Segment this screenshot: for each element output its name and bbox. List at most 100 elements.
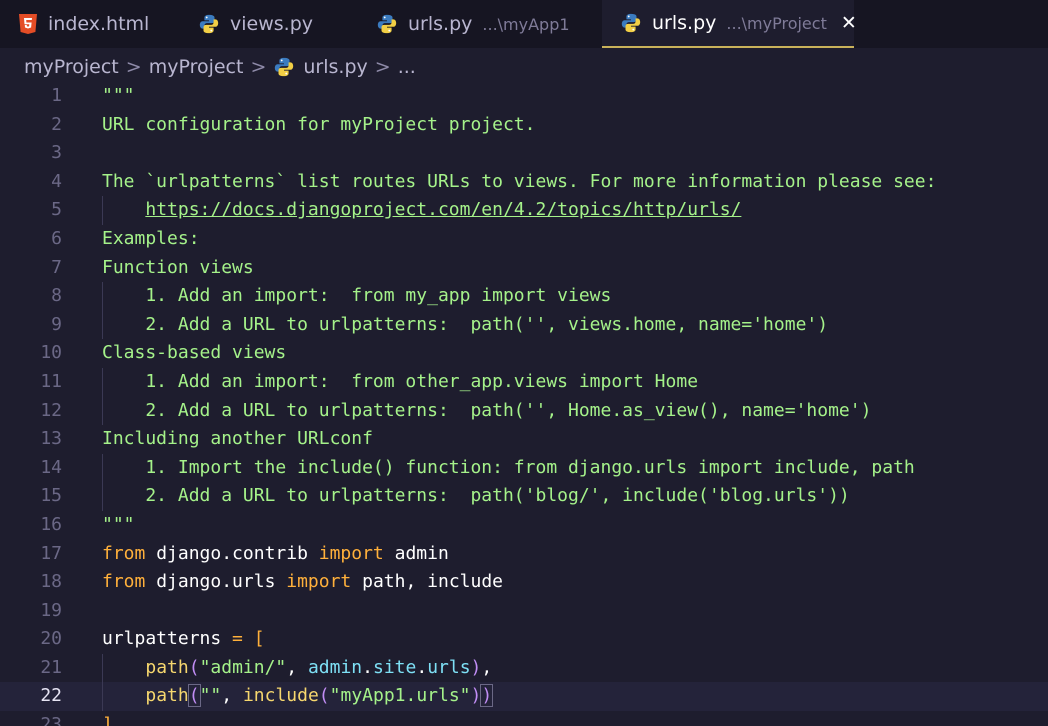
breadcrumb-item[interactable]: urls.py xyxy=(303,56,367,78)
code-text: Examples: xyxy=(102,225,200,254)
code-token: , xyxy=(221,685,243,707)
code-token: "" xyxy=(199,685,222,707)
tab-bar: index.html views.py urls.py ...\myApp1 urls.… xyxy=(0,0,1048,48)
code-line[interactable]: 15 2. Add a URL to urlpatterns: path('bl… xyxy=(0,482,1048,511)
code-line[interactable]: 1 """ xyxy=(0,82,1048,111)
line-number: 23 xyxy=(40,714,62,726)
tab-label: urls.py xyxy=(652,12,717,34)
code-text: 1. Import the include() function: from d… xyxy=(102,454,915,483)
code-token: Including another URLconf xyxy=(102,428,373,450)
code-token: from xyxy=(102,542,146,564)
line-number: 4 xyxy=(51,170,62,192)
code-line[interactable]: 5 https://docs.djangoproject.com/en/4.2/… xyxy=(0,196,1048,225)
breadcrumb-separator: > xyxy=(125,55,142,78)
code-token: django.contrib xyxy=(145,542,319,564)
code-line[interactable]: 9 2. Add a URL to urlpatterns: path('', … xyxy=(0,310,1048,340)
code-token: admin xyxy=(307,656,363,678)
line-number: 2 xyxy=(51,113,62,135)
python-icon xyxy=(620,12,642,34)
code-token: 1. Import the include() function: from d… xyxy=(102,456,915,478)
code-line[interactable]: 18 from django.urls import path, include xyxy=(0,568,1048,597)
code-line[interactable]: 4 The `urlpatterns` list routes URLs to v… xyxy=(0,168,1048,197)
python-icon xyxy=(376,13,398,35)
code-line[interactable]: 2 URL configuration for myProject project… xyxy=(0,111,1048,140)
close-icon[interactable]: ✕ xyxy=(841,12,857,34)
code-token: ) xyxy=(470,656,482,678)
line-number: 21 xyxy=(40,656,62,678)
code-token: import xyxy=(286,571,352,593)
code-line[interactable]: 6 Examples: xyxy=(0,225,1048,254)
python-icon xyxy=(273,56,295,78)
code-line[interactable]: 13 Including another URLconf xyxy=(0,425,1048,454)
line-number: 8 xyxy=(51,285,62,307)
line-number: 9 xyxy=(51,313,62,335)
code-line[interactable]: 16 """ xyxy=(0,511,1048,540)
code-line[interactable]: 10 Class-based views xyxy=(0,339,1048,368)
code-token[interactable]: https://docs.djangoproject.com/en/4.2/to… xyxy=(145,199,741,220)
python-icon xyxy=(198,13,220,35)
breadcrumb-item[interactable]: ... xyxy=(398,56,416,78)
code-token: 1. Add an import: from other_app.views i… xyxy=(102,370,699,392)
tab-urls-py-2[interactable]: urls.py ...\myApp1 xyxy=(358,0,602,48)
code-line[interactable]: 21 path("admin/", admin.site.urls), xyxy=(0,653,1048,683)
code-line[interactable]: 19 xyxy=(0,597,1048,626)
code-line[interactable]: 12 2. Add a URL to urlpatterns: path('',… xyxy=(0,396,1048,426)
html5-icon xyxy=(18,13,38,35)
code-token: from xyxy=(102,571,146,593)
code-token: """ xyxy=(102,513,135,535)
code-token: Function views xyxy=(102,256,254,278)
breadcrumb-item[interactable]: myProject xyxy=(24,56,119,78)
code-token: 2. Add a URL to urlpatterns: path('', vi… xyxy=(102,313,829,335)
code-token: URL configuration for myProject project. xyxy=(102,113,536,135)
code-line[interactable]: 14 1. Import the include() function: fro… xyxy=(0,453,1048,483)
line-number: 18 xyxy=(40,571,62,593)
code-line[interactable]: 8 1. Add an import: from my_app import v… xyxy=(0,282,1048,311)
tab-path: ...\myApp1 xyxy=(482,14,570,34)
breadcrumb: myProject > myProject > urls.py >... xyxy=(0,48,1048,85)
code-text: Function views xyxy=(102,254,254,283)
code-line[interactable]: 11 1. Add an import: from other_app.view… xyxy=(0,367,1048,397)
code-text: 1. Add an import: from my_app import vie… xyxy=(102,282,611,311)
code-text: ] xyxy=(102,711,113,726)
line-number: 16 xyxy=(40,513,62,535)
code-token: urls xyxy=(427,656,471,678)
code-line[interactable]: 22 path("", include("myApp1.urls")) xyxy=(0,682,1048,712)
code-line[interactable]: 7 Function views xyxy=(0,254,1048,283)
code-line[interactable]: 20 urlpatterns = [ xyxy=(0,625,1048,654)
code-line[interactable]: 23] xyxy=(0,711,1048,726)
code-text: from django.urls import path, include xyxy=(102,568,503,597)
breadcrumb-separator: > xyxy=(374,55,391,78)
tab-label: index.html xyxy=(48,13,150,35)
code-text: 2. Add a URL to urlpatterns: path('blog/… xyxy=(102,482,850,511)
code-token: ] xyxy=(102,714,113,726)
code-line[interactable]: 3 xyxy=(0,139,1048,168)
line-number: 7 xyxy=(51,256,62,278)
code-token: Examples: xyxy=(102,227,200,249)
code-token: 2. Add a URL to urlpatterns: path('', Ho… xyxy=(102,399,872,421)
code-editor[interactable]: 1 """ 2 URL configuration for myProject pro… xyxy=(0,82,1048,726)
code-token: django.urls xyxy=(145,571,287,593)
code-text: 1. Add an import: from other_app.views i… xyxy=(102,368,698,397)
code-text: https://docs.djangoproject.com/en/4.2/to… xyxy=(102,196,741,225)
line-number: 11 xyxy=(40,370,62,392)
code-token: include xyxy=(242,685,319,707)
tab-views-py[interactable]: views.py xyxy=(180,0,358,48)
tab-urls-py-3[interactable]: urls.py ...\myProject ✕ xyxy=(602,0,857,48)
code-text: 2. Add a URL to urlpatterns: path('', Ho… xyxy=(102,397,871,426)
code-token: admin xyxy=(383,542,449,564)
code-line[interactable]: 17 from django.contrib import admin xyxy=(0,540,1048,569)
line-number: 15 xyxy=(40,485,62,507)
code-token: 2. Add a URL to urlpatterns: path('blog/… xyxy=(102,485,850,507)
code-token: [ xyxy=(253,628,265,650)
code-token: = xyxy=(232,628,243,650)
code-token: """ xyxy=(102,85,135,106)
code-token: urlpatterns xyxy=(102,628,233,650)
code-text: 2. Add a URL to urlpatterns: path('', vi… xyxy=(102,311,828,340)
line-number: 5 xyxy=(51,199,62,221)
code-token: , xyxy=(286,656,308,678)
breadcrumb-item[interactable]: myProject xyxy=(149,56,244,78)
tab-index-html[interactable]: index.html xyxy=(0,0,180,48)
